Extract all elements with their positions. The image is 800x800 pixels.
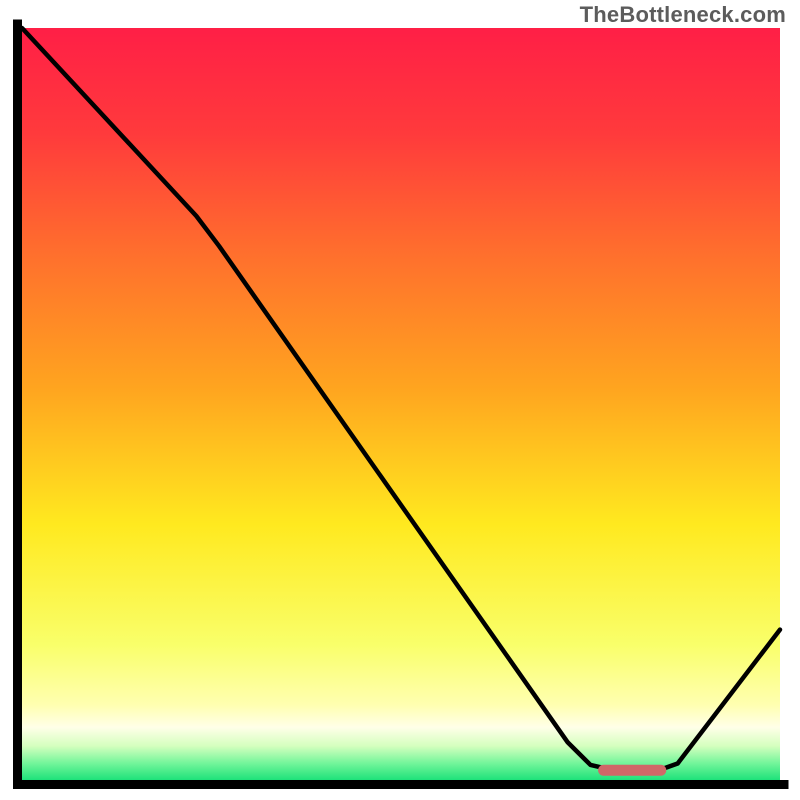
chart-container: TheBottleneck.com xyxy=(0,0,800,800)
gradient-background xyxy=(22,28,780,780)
bottleneck-chart xyxy=(0,0,800,800)
optimal-range-marker xyxy=(598,765,666,776)
watermark-text: TheBottleneck.com xyxy=(580,2,786,28)
